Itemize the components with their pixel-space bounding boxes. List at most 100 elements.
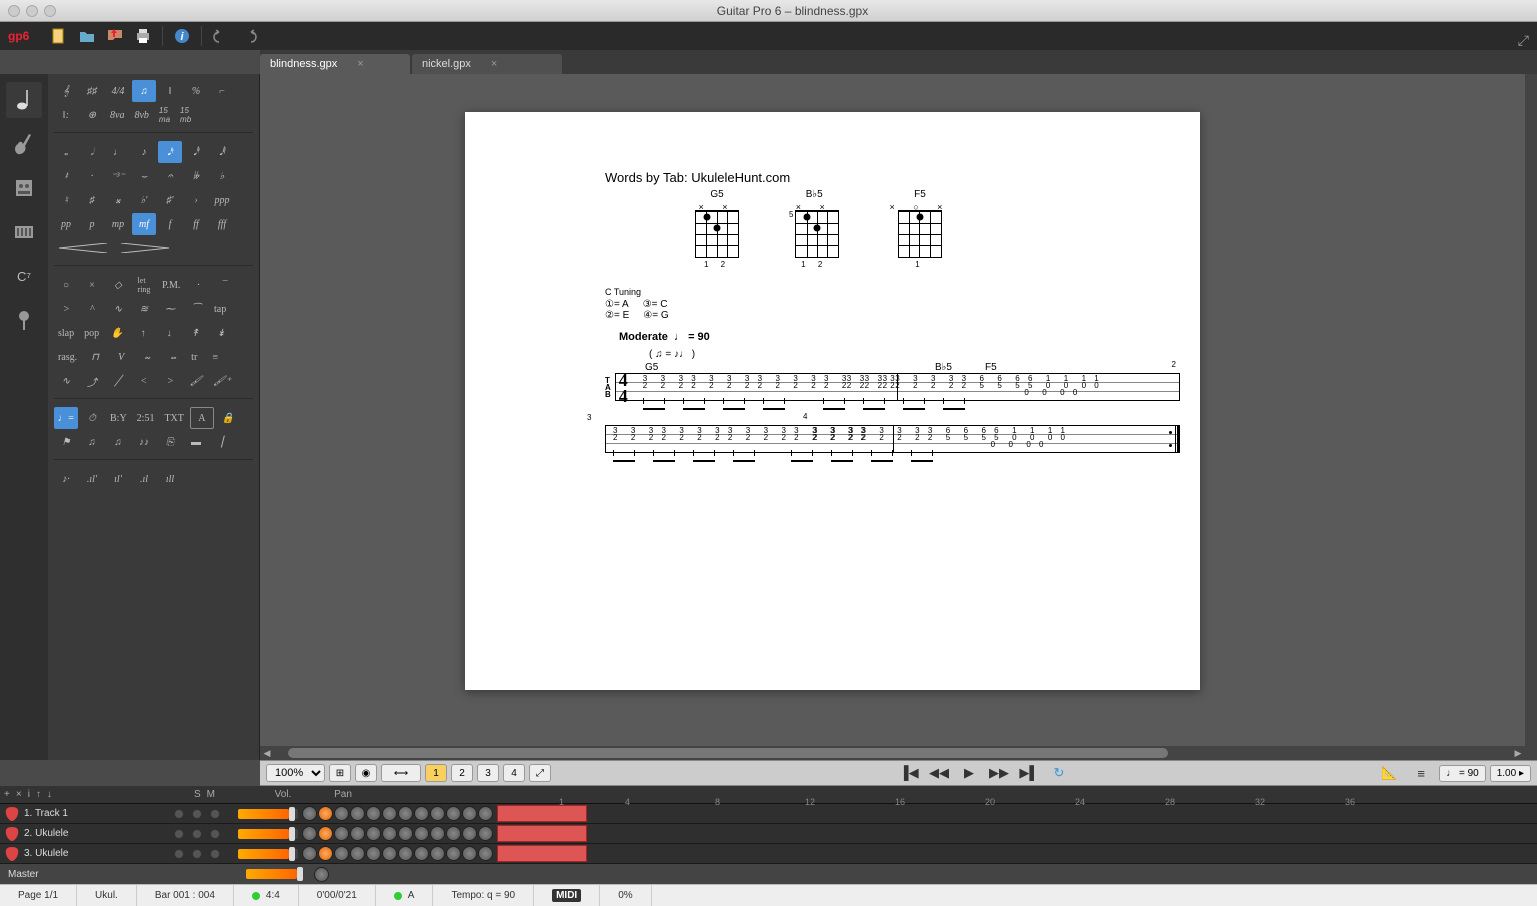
info-button[interactable]: i [169, 25, 195, 47]
break-beam-button[interactable]: ♪♪ [132, 431, 156, 453]
tap-button[interactable]: tap [210, 298, 230, 320]
sixteenth-note-button[interactable]: 𝅘𝅥𝅯 [158, 141, 182, 163]
accent-sharp-button[interactable]: ♯' [158, 189, 182, 211]
score-canvas[interactable]: Words by Tab: UkuleleHunt.com G5 × × 1 2… [260, 74, 1537, 760]
close-icon[interactable] [8, 5, 20, 17]
brush-down-icon[interactable]: 🖌⁺ [210, 370, 234, 392]
double-bar-button[interactable]: ‖: [54, 104, 78, 126]
wah-button[interactable]: ∿ [54, 370, 78, 392]
flat-button[interactable]: ♭ [210, 165, 234, 187]
pull-off-button[interactable]: ⁀ [184, 298, 208, 320]
horizontal-scrollbar[interactable]: ◀ ▶ [260, 746, 1525, 760]
maximize-icon[interactable]: ⤢ [1518, 32, 1529, 49]
stems-button[interactable]: ⎮ [210, 431, 234, 453]
clef-button[interactable]: 𝄞 [54, 80, 78, 102]
track-row-1[interactable]: 1. Track 1 [0, 804, 1537, 824]
voice-4-button[interactable]: .ıl [132, 468, 156, 490]
slap-button[interactable]: slap [54, 322, 78, 344]
natural-button[interactable]: ♮ [54, 189, 78, 211]
open-file-button[interactable] [74, 25, 100, 47]
scroll-left-icon[interactable]: ◀ [260, 746, 274, 760]
half-note-button[interactable]: 𝅗𝅥 [80, 141, 104, 163]
instrument-panel-button[interactable] [6, 126, 42, 162]
tab-nickel[interactable]: nickel.gpx× [412, 54, 562, 74]
harmonic-button[interactable]: ◇ [106, 274, 130, 296]
close-tab-icon[interactable]: × [491, 58, 497, 70]
tie-button[interactable]: ⌣ [132, 165, 156, 187]
dyn-fff-button[interactable]: fff [210, 213, 234, 235]
clip[interactable] [497, 845, 587, 862]
ending-button[interactable]: ⌐ [210, 80, 234, 102]
remove-track-button[interactable]: × [16, 789, 22, 800]
loop-button[interactable]: ↻ [1045, 763, 1073, 783]
voice-2-button[interactable]: .ıl' [80, 468, 104, 490]
dyn-mf-button[interactable]: mf [132, 213, 156, 235]
8vb-button[interactable]: 8vb [130, 104, 152, 126]
upstroke-button[interactable]: ↑ [131, 322, 155, 344]
8va-button[interactable]: 8va [106, 104, 128, 126]
pick-up-button[interactable]: V [109, 346, 133, 368]
eighth-note-button[interactable]: ♪ [132, 141, 156, 163]
rse-toggle[interactable] [210, 809, 220, 819]
accent-flat-button[interactable]: ♭' [132, 189, 156, 211]
accent-gt-button[interactable]: ˃ [158, 370, 182, 392]
first-button[interactable]: ▐◀ [895, 763, 923, 783]
page-layout-button[interactable]: ⊞ [329, 764, 351, 782]
by-button[interactable]: B:Y [106, 407, 131, 429]
forward-button[interactable]: ▶▶ [985, 763, 1013, 783]
decrescendo-button[interactable] [116, 237, 176, 259]
page-3-button[interactable]: 3 [477, 764, 499, 782]
downstroke-button[interactable]: ↓ [157, 322, 181, 344]
voice-all-button[interactable]: ıll [158, 468, 182, 490]
tenuto-button[interactable]: ¯ [212, 274, 236, 296]
fermata-button[interactable]: 𝄐 [158, 165, 182, 187]
tremolo-button[interactable]: ≡ [203, 346, 227, 368]
dot-button[interactable]: · [80, 165, 104, 187]
move-up-button[interactable]: ↑ [36, 789, 41, 800]
vertical-scrollbar[interactable] [1525, 74, 1537, 760]
staccato-button[interactable]: · [186, 274, 210, 296]
zoom-select[interactable]: 100% [266, 764, 325, 782]
metronome-mark-button[interactable]: ⏱ [80, 407, 104, 429]
marcato-button[interactable]: ^ [80, 298, 104, 320]
new-file-button[interactable] [46, 25, 72, 47]
time-sig-button[interactable]: 4/4 [106, 80, 130, 102]
pan-knob[interactable] [302, 806, 317, 821]
track-row-2[interactable]: 2. Ukulele [0, 824, 1537, 844]
tab-blindness[interactable]: blindness.gpx× [260, 54, 410, 74]
slide-button[interactable]: ╱ [106, 370, 130, 392]
page-2-button[interactable]: 2 [451, 764, 473, 782]
screen-layout-button[interactable]: ◉ [355, 764, 377, 782]
wide-vibrato-button[interactable]: ≋ [132, 298, 156, 320]
scroll-thumb[interactable] [288, 748, 1168, 758]
direction-button[interactable]: ⚑ [54, 431, 78, 453]
accent-heavy-button[interactable]: ˃ [54, 298, 78, 320]
fit-width-button[interactable]: ⟷ [381, 764, 421, 782]
rewind-button[interactable]: ◀◀ [925, 763, 953, 783]
page-4-button[interactable]: 4 [503, 764, 525, 782]
lock-icon[interactable]: 🔒 [216, 407, 240, 429]
effects-panel-button[interactable] [6, 170, 42, 206]
tuplet-button[interactable]: ⁻³⁻ [106, 165, 130, 187]
move-down-button[interactable]: ↓ [47, 789, 52, 800]
quarter-note-button[interactable]: ♩ [106, 141, 130, 163]
dyn-mp-button[interactable]: mp [106, 213, 130, 235]
double-flat-button[interactable]: 𝄫 [184, 165, 208, 187]
play-button[interactable]: ▶ [955, 763, 983, 783]
trill-button[interactable]: tr [187, 346, 201, 368]
tempo-field[interactable]: ♩ = 90 [1439, 765, 1486, 782]
time-mark-button[interactable]: 2:51 [133, 407, 159, 429]
last-button[interactable]: ▶▌ [1015, 763, 1043, 783]
dyn-ppp-button[interactable]: ppp [210, 189, 234, 211]
mastering-panel-button[interactable] [6, 214, 42, 250]
volume-slider[interactable] [238, 849, 298, 859]
close-tab-icon[interactable]: × [357, 58, 363, 70]
barline-button[interactable]: ‖ [158, 80, 182, 102]
lyrics-panel-button[interactable] [6, 302, 42, 338]
clip[interactable] [497, 825, 587, 842]
15ma-button[interactable]: 15ma [155, 104, 174, 126]
zoom-icon[interactable] [44, 5, 56, 17]
speed-field[interactable]: 1.00 ▸ [1490, 765, 1531, 782]
beam-group-button[interactable]: ⎘ [158, 431, 182, 453]
undo-button[interactable] [208, 25, 234, 47]
